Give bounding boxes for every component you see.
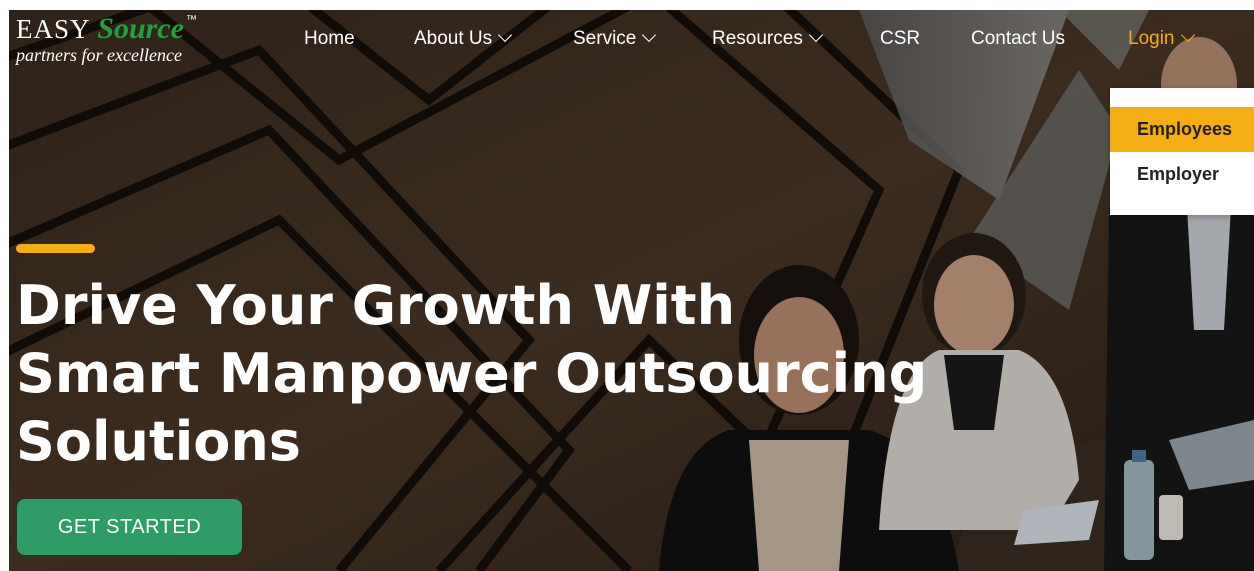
hero-accent-bar [16, 244, 95, 253]
nav-login[interactable]: Login [1128, 27, 1195, 50]
nav-home-label: Home [304, 28, 355, 49]
nav-contact-us[interactable]: Contact Us [971, 28, 1065, 50]
login-menu-employees[interactable]: Employees [1110, 107, 1254, 152]
main-nav: Home About Us Service Resources CSR Cont… [9, 27, 1254, 52]
nav-about-label: About Us [414, 28, 493, 49]
nav-home[interactable]: Home [304, 28, 355, 50]
hero-heading-line-1: Drive Your Growth With [16, 274, 736, 337]
hero-section: EASY Source ™ partners for excellence Hom… [9, 10, 1254, 571]
chevron-down-icon [808, 27, 823, 43]
nav-service-label: Service [573, 28, 637, 49]
chevron-down-icon [498, 27, 513, 43]
chevron-down-icon [642, 27, 657, 43]
hero-heading-line-3: Solutions [16, 410, 301, 473]
chevron-down-icon [1180, 27, 1195, 43]
get-started-button[interactable]: GET STARTED [17, 499, 242, 555]
nav-resources-label: Resources [712, 28, 803, 49]
nav-about-us[interactable]: About Us [414, 27, 513, 50]
login-menu-employer[interactable]: Employer [1110, 152, 1254, 197]
nav-service[interactable]: Service [573, 27, 657, 50]
login-dropdown-menu: Employees Employer [1110, 88, 1254, 215]
nav-resources[interactable]: Resources [712, 27, 823, 50]
hero-heading: Drive Your Growth With Smart Manpower Ou… [16, 272, 1016, 476]
logo-trademark: ™ [185, 14, 198, 26]
nav-csr[interactable]: CSR [880, 28, 920, 50]
nav-login-label: Login [1128, 28, 1175, 49]
hero-heading-line-2: Smart Manpower Outsourcing [16, 342, 928, 405]
nav-contact-label: Contact Us [971, 28, 1065, 49]
nav-csr-label: CSR [880, 28, 921, 49]
